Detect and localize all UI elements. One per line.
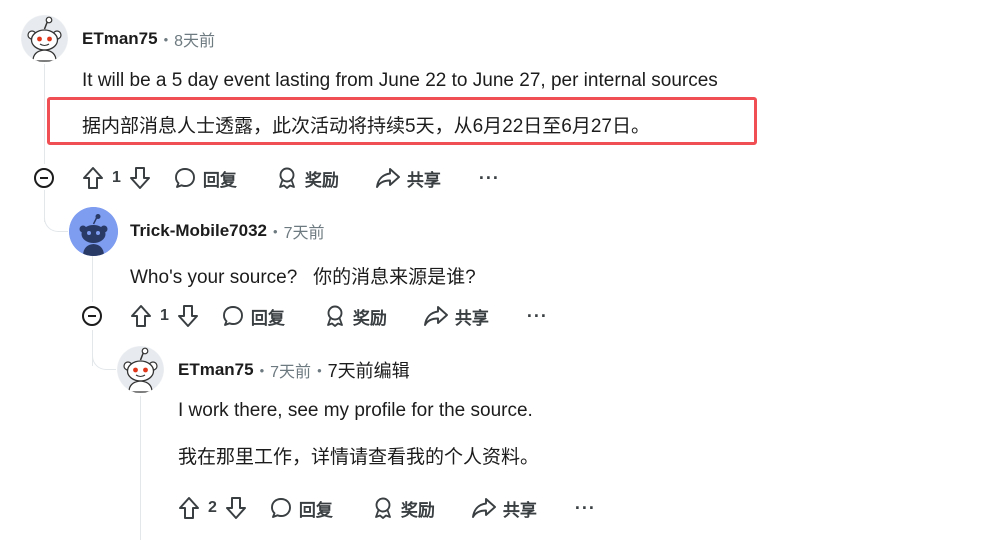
comment-meta: ETman75 • 7天前 • 7天前编辑 (178, 357, 410, 383)
comment-actions: 1 回复 奖励 共享 ··· (130, 301, 548, 331)
username[interactable]: ETman75 (82, 29, 158, 49)
collapse-icon[interactable] (82, 306, 102, 326)
share-icon (423, 306, 448, 326)
comment-translation: 据内部消息人士透露，此次活动将持续5天，从6月22日至6月27日。 (82, 116, 650, 137)
award-label: 奖励 (304, 170, 339, 190)
share-button[interactable]: 共享 (471, 496, 537, 521)
comment-actions: 2 回复 奖励 共享 ··· (178, 493, 596, 523)
reply-button[interactable]: 回复 (173, 166, 237, 191)
reply-label: 回复 (202, 170, 237, 190)
downvote-button[interactable] (177, 304, 199, 328)
reply-icon (174, 168, 195, 188)
upvote-button[interactable] (178, 496, 200, 520)
reply-label: 回复 (250, 308, 285, 328)
timestamp[interactable]: 8天前 (174, 27, 215, 51)
thread-line (44, 64, 45, 164)
reply-label: 回复 (298, 500, 333, 520)
comment-translation: 我在那里工作，详情请查看我的个人资料。 (178, 447, 540, 468)
downvote-icon (225, 497, 246, 519)
vote-count: 1 (160, 307, 169, 324)
comment-actions: 1 回复 奖励 共享 ··· (82, 163, 500, 193)
share-icon (375, 168, 400, 188)
share-icon (471, 498, 496, 518)
more-options-button[interactable]: ··· (575, 498, 596, 519)
timestamp[interactable]: 7天前 (270, 358, 311, 382)
edited-label: 7天前编辑 (327, 361, 410, 381)
separator-dot: • (273, 223, 278, 239)
comment-text: Who's your source? 你的消息来源是谁? (130, 267, 476, 288)
thread-elbow (44, 200, 68, 232)
username[interactable]: Trick-Mobile7032 (130, 221, 267, 241)
collapse-icon[interactable] (34, 168, 54, 188)
share-button[interactable]: 共享 (423, 304, 489, 329)
reply-button[interactable]: 回复 (269, 496, 333, 521)
comment-text: It will be a 5 day event lasting from Ju… (82, 70, 718, 91)
share-label: 共享 (454, 308, 489, 328)
comment-meta: ETman75 • 8天前 (82, 27, 215, 51)
thread-elbow (92, 338, 116, 370)
reply-icon (222, 306, 243, 326)
upvote-icon (83, 167, 103, 189)
upvote-button[interactable] (130, 304, 152, 328)
upvote-icon (179, 497, 199, 519)
snoo-avatar-icon (69, 207, 118, 256)
downvote-button[interactable] (129, 166, 151, 190)
vote-count: 1 (112, 169, 121, 186)
separator-dot: • (163, 31, 169, 47)
award-button[interactable]: 奖励 (371, 496, 435, 521)
separator-dot: • (259, 362, 265, 378)
award-icon (279, 167, 295, 189)
timestamp[interactable]: 7天前 (284, 219, 325, 243)
avatar[interactable] (69, 207, 118, 256)
more-options-button[interactable]: ··· (479, 168, 500, 189)
award-button[interactable]: 奖励 (323, 304, 387, 329)
comment-text: I work there, see my profile for the sou… (178, 400, 533, 421)
reply-icon (270, 498, 291, 518)
upvote-button[interactable] (82, 166, 104, 190)
thread-line (140, 396, 141, 540)
thread-line (92, 256, 93, 302)
share-label: 共享 (406, 170, 441, 190)
award-button[interactable]: 奖励 (275, 166, 339, 191)
downvote-icon (129, 167, 150, 189)
share-label: 共享 (502, 500, 537, 520)
upvote-icon (131, 305, 151, 327)
award-label: 奖励 (400, 500, 435, 520)
vote-count: 2 (208, 499, 217, 516)
more-options-button[interactable]: ··· (527, 306, 548, 327)
username[interactable]: ETman75 (178, 360, 254, 380)
award-label: 奖励 (352, 308, 387, 328)
award-icon (327, 305, 343, 327)
snoo-avatar-icon (21, 15, 68, 62)
avatar[interactable] (21, 15, 68, 62)
snoo-avatar-icon (117, 346, 164, 393)
award-icon (375, 497, 391, 519)
separator-dot: • (317, 362, 322, 378)
comment-meta: Trick-Mobile7032 • 7天前 (130, 219, 324, 243)
share-button[interactable]: 共享 (375, 166, 441, 191)
reply-button[interactable]: 回复 (221, 304, 285, 329)
downvote-button[interactable] (225, 496, 247, 520)
downvote-icon (177, 305, 198, 327)
avatar[interactable] (117, 346, 164, 393)
